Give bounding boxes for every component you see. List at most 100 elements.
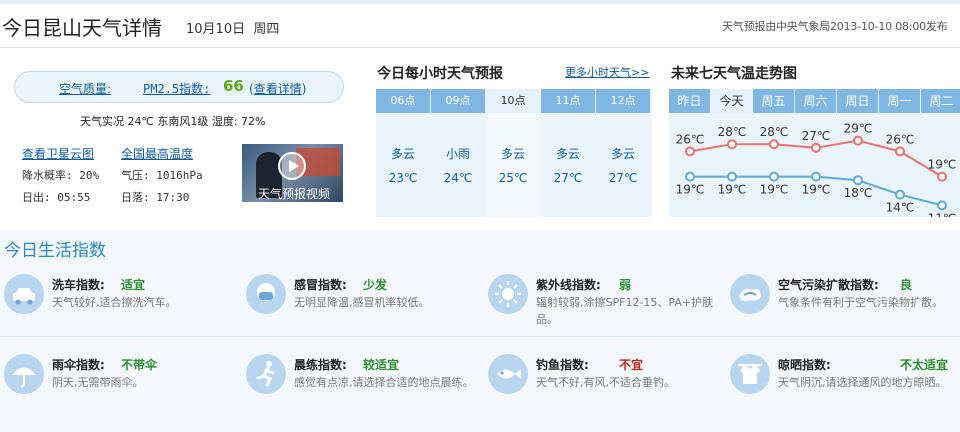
air-pressure: 气压: 1016hPa bbox=[121, 169, 203, 182]
low-temp-label: 19℃ bbox=[718, 183, 747, 197]
life-index-item[interactable]: 晾晒指数: 不太适宜天气阴沉,请选择通风的地方晾晒。 bbox=[730, 354, 960, 432]
life-index-title: 今日生活指数 bbox=[4, 241, 106, 261]
index-value: 弱 bbox=[619, 278, 632, 292]
index-value: 少发 bbox=[363, 278, 388, 292]
index-value: 不带伞 bbox=[121, 358, 158, 372]
play-icon[interactable] bbox=[278, 152, 306, 180]
life-index-item[interactable]: 雨伞指数: 不带伞 阴天,无需带雨伞。 bbox=[4, 354, 234, 432]
high-temp-label: 28℃ bbox=[718, 125, 747, 139]
index-name: 洗车指数: bbox=[52, 278, 105, 292]
hour-condition: 多云 bbox=[610, 147, 635, 161]
life-index-item[interactable]: 空气污染扩散指数: 良气象条件有利于空气污染物扩散。 bbox=[730, 274, 960, 364]
page-title: 今日昆山天气详情 bbox=[2, 16, 162, 40]
umbrella-icon bbox=[4, 354, 44, 394]
pm25-value: 66 bbox=[223, 77, 244, 95]
index-description: 气象条件有利于空气污染物扩散。 bbox=[778, 296, 943, 309]
hour-condition: 小雨 bbox=[445, 147, 470, 161]
life-index-item[interactable]: 钓鱼指数: 不宜天气不好,有风,不适合垂钓。 bbox=[488, 354, 718, 432]
hour-condition: 多云 bbox=[390, 147, 415, 161]
low-temp-point bbox=[895, 189, 905, 200]
index-name: 紫外线指数: bbox=[536, 278, 601, 292]
index-description: 阴天,无需带雨伞。 bbox=[52, 376, 144, 389]
index-value: 不太适宜 bbox=[900, 358, 949, 372]
hourly-forecast-title: 今日每小时天气预报 bbox=[377, 66, 503, 82]
life-index-item[interactable]: 洗车指数: 适宜天气较好,适合擦洗汽车。 bbox=[4, 274, 234, 364]
index-description: 天气阴沉,请选择通风的地方晾晒。 bbox=[778, 376, 947, 389]
low-temp-point bbox=[811, 171, 821, 182]
low-temp-label: 18℃ bbox=[844, 186, 873, 200]
mask-icon bbox=[246, 274, 286, 314]
high-temp-label: 26℃ bbox=[676, 132, 705, 146]
high-temp-point bbox=[895, 146, 905, 157]
weather-video-thumbnail[interactable]: 天气预报视频 bbox=[242, 144, 343, 202]
more-hourly-link[interactable]: 更多小时天气>> bbox=[565, 64, 649, 80]
index-description: 天气不好,有风,不适合垂钓。 bbox=[536, 376, 675, 389]
week-temperature-chart: 昨日 今天 周五 周六 周日 周一 周二 26℃ 28℃ 28℃ 27℃ 29℃ 26℃ 1… bbox=[669, 89, 960, 217]
index-description: 辐射较弱,涂擦SPF12-15、PA+护肤品。 bbox=[536, 296, 714, 326]
hour-condition: 多云 bbox=[500, 147, 525, 161]
index-description: 无明显降温,感冒机率较低。 bbox=[294, 296, 430, 309]
index-name: 钓鱼指数: bbox=[536, 358, 589, 372]
low-temp-label: 19℃ bbox=[760, 183, 789, 197]
hour-column: 11点 多云 27℃ bbox=[541, 89, 595, 217]
hour-column: 09点 小雨 24℃ bbox=[431, 89, 485, 217]
national-max-temp-link[interactable]: 全国最高温度 bbox=[121, 145, 193, 162]
sun-icon bbox=[488, 274, 528, 314]
index-description: 天气较好,适合擦洗汽车。 bbox=[52, 296, 177, 309]
hour-time: 10点 bbox=[486, 89, 540, 113]
hour-temperature: 24℃ bbox=[443, 171, 473, 185]
high-temp-label: 28℃ bbox=[760, 125, 789, 139]
index-name: 晨练指数: bbox=[294, 358, 347, 372]
index-name: 晾晒指数: bbox=[778, 358, 831, 372]
high-temp-label: 29℃ bbox=[844, 122, 873, 136]
hourly-forecast-table: 06点 多云 23℃ 09点 小雨 24℃ 10点 多云 25℃ 11点 多云 … bbox=[376, 89, 652, 217]
life-index-item[interactable]: 晨练指数: 较适宜 感觉有点凉,请选择合适的地点晨练。 bbox=[246, 354, 476, 432]
index-value: 适宜 bbox=[121, 278, 146, 292]
life-index-item[interactable]: 紫外线指数: 弱辐射较弱,涂擦SPF12-15、PA+护肤品。 bbox=[488, 274, 718, 364]
life-index-section: 今日生活指数 洗车指数: 适宜 天气较好,适合擦洗汽车。 感冒指数: 少发 无明显降温,感… bbox=[0, 230, 960, 432]
air-quality-link[interactable]: 空气质量: bbox=[59, 80, 111, 97]
high-temp-point bbox=[937, 171, 947, 182]
air-quality-box: 空气质量: PM2.5指数: 66 (查看详情) bbox=[14, 71, 344, 103]
life-index-item[interactable]: 感冒指数: 少发 无明显降温,感冒机率较低。 bbox=[246, 274, 476, 364]
hour-time: 12点 bbox=[596, 89, 650, 113]
index-value: 不宜 bbox=[619, 358, 644, 372]
hour-temperature: 27℃ bbox=[608, 171, 638, 185]
high-temp-label: 27℃ bbox=[802, 129, 831, 143]
car-wash-icon bbox=[4, 274, 44, 314]
video-label: 天气预报视频 bbox=[258, 187, 331, 201]
low-temp-point bbox=[853, 175, 863, 186]
week-trend-title: 未来七天气温走势图 bbox=[671, 66, 797, 82]
temperature-trend-lines: 26℃ 28℃ 28℃ 27℃ 29℃ 26℃ 19℃ 19℃ 19℃ 19℃ 19℃ 18℃ 14℃ 1… bbox=[676, 122, 957, 217]
index-description: 感觉有点凉,请选择合适的地点晨练。 bbox=[294, 376, 474, 389]
view-details-link[interactable]: (查看详情) bbox=[249, 80, 306, 97]
sunset-time: 日落: 17:30 bbox=[121, 191, 190, 204]
high-temp-label: 26℃ bbox=[886, 132, 915, 146]
low-temp-point bbox=[727, 171, 737, 182]
index-value: 良 bbox=[900, 278, 913, 292]
hour-time: 09点 bbox=[431, 89, 485, 113]
low-temp-label: 14℃ bbox=[886, 201, 915, 215]
runner-icon bbox=[246, 354, 286, 394]
sunrise-time: 日出: 05:55 bbox=[22, 191, 91, 204]
pm25-link[interactable]: PM2.5指数: bbox=[143, 80, 210, 97]
hour-condition: 多云 bbox=[555, 147, 580, 161]
low-temp-label: 19℃ bbox=[802, 183, 831, 197]
hour-column: 06点 多云 23℃ bbox=[376, 89, 430, 217]
hour-temperature: 25℃ bbox=[498, 171, 528, 185]
hour-temperature: 27℃ bbox=[553, 171, 583, 185]
high-temp-point bbox=[685, 146, 695, 157]
low-temp-point bbox=[937, 200, 947, 211]
rain-probability: 降水概率: 20% bbox=[22, 169, 100, 182]
index-name: 空气污染扩散指数: bbox=[778, 278, 879, 292]
satellite-cloud-link[interactable]: 查看卫星云图 bbox=[22, 145, 94, 162]
date-label: 10月10日 周四 bbox=[186, 22, 280, 37]
hour-time: 06点 bbox=[376, 89, 430, 113]
hour-time: 11点 bbox=[541, 89, 595, 113]
clothes-drying-icon bbox=[730, 354, 770, 394]
forecast-source: 天气预报由中央气象局2013-10-10 08:00发布 bbox=[722, 20, 948, 33]
hour-column-current: 10点 多云 25℃ bbox=[486, 89, 540, 217]
low-temp-label: 11℃ bbox=[928, 211, 957, 217]
low-temp-point bbox=[685, 171, 695, 182]
high-temp-point bbox=[853, 135, 863, 146]
